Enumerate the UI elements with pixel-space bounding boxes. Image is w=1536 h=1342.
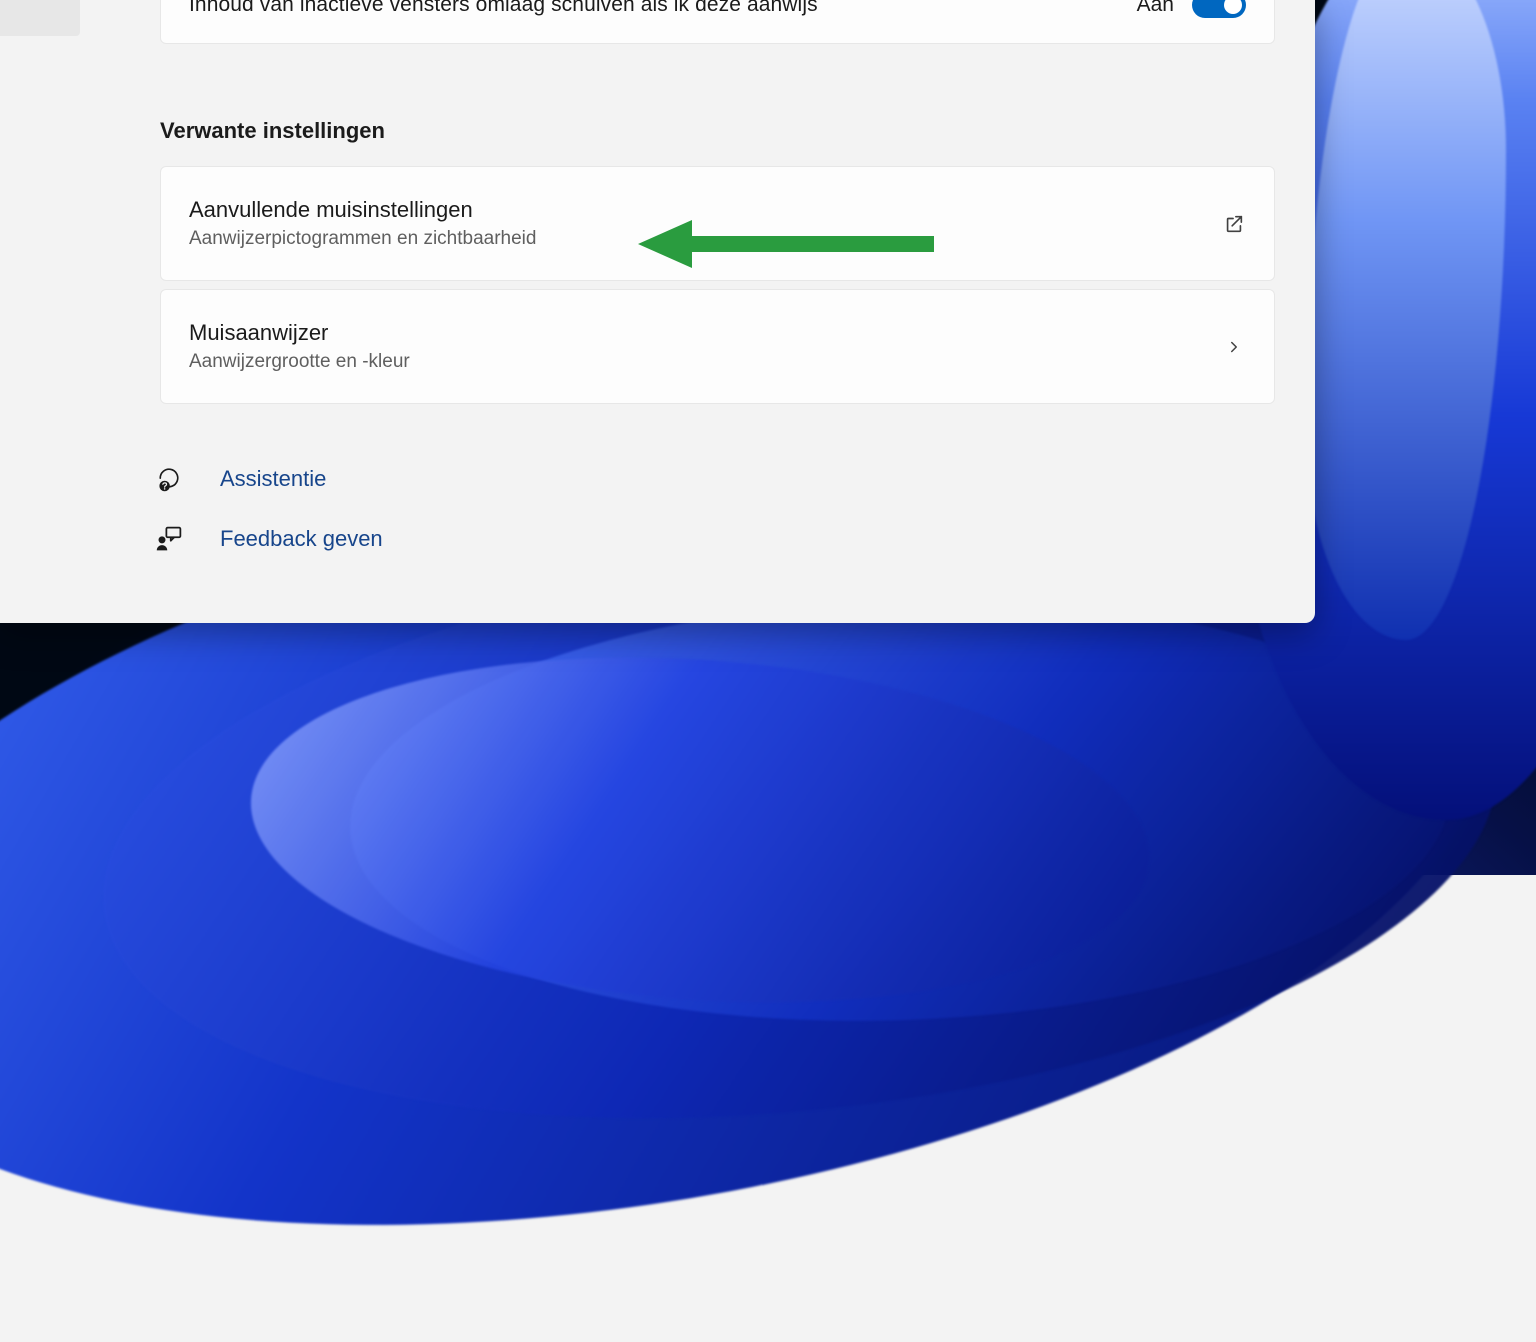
card-title: Aanvullende muisinstellingen: [189, 197, 536, 223]
help-icon: [154, 464, 184, 494]
link-label: Feedback geven: [220, 526, 383, 552]
section-header-related: Verwante instellingen: [160, 118, 1275, 144]
link-feedback[interactable]: Feedback geven: [154, 524, 1275, 554]
link-assistance[interactable]: Assistentie: [154, 464, 1275, 494]
toggle-switch[interactable]: [1192, 0, 1246, 18]
link-label: Assistentie: [220, 466, 326, 492]
card-mouse-pointer[interactable]: Muisaanwijzer Aanwijzergrootte en -kleur: [160, 289, 1275, 404]
chevron-right-icon: [1222, 335, 1246, 359]
open-external-icon: [1222, 212, 1246, 236]
card-additional-mouse-settings[interactable]: Aanvullende muisinstellingen Aanwijzerpi…: [160, 166, 1275, 281]
toggle-state-label: Aan: [1137, 0, 1174, 17]
feedback-icon: [154, 524, 184, 554]
setting-scroll-inactive[interactable]: Inhoud van inactieve vensters omlaag sch…: [160, 0, 1275, 44]
sidebar-fragment: [0, 0, 80, 36]
card-title: Muisaanwijzer: [189, 320, 410, 346]
settings-window: Inhoud van inactieve vensters omlaag sch…: [0, 0, 1315, 623]
card-subtitle: Aanwijzerpictogrammen en zichtbaarheid: [189, 228, 536, 250]
setting-title: Inhoud van inactieve vensters omlaag sch…: [189, 0, 818, 17]
card-subtitle: Aanwijzergrootte en -kleur: [189, 351, 410, 373]
